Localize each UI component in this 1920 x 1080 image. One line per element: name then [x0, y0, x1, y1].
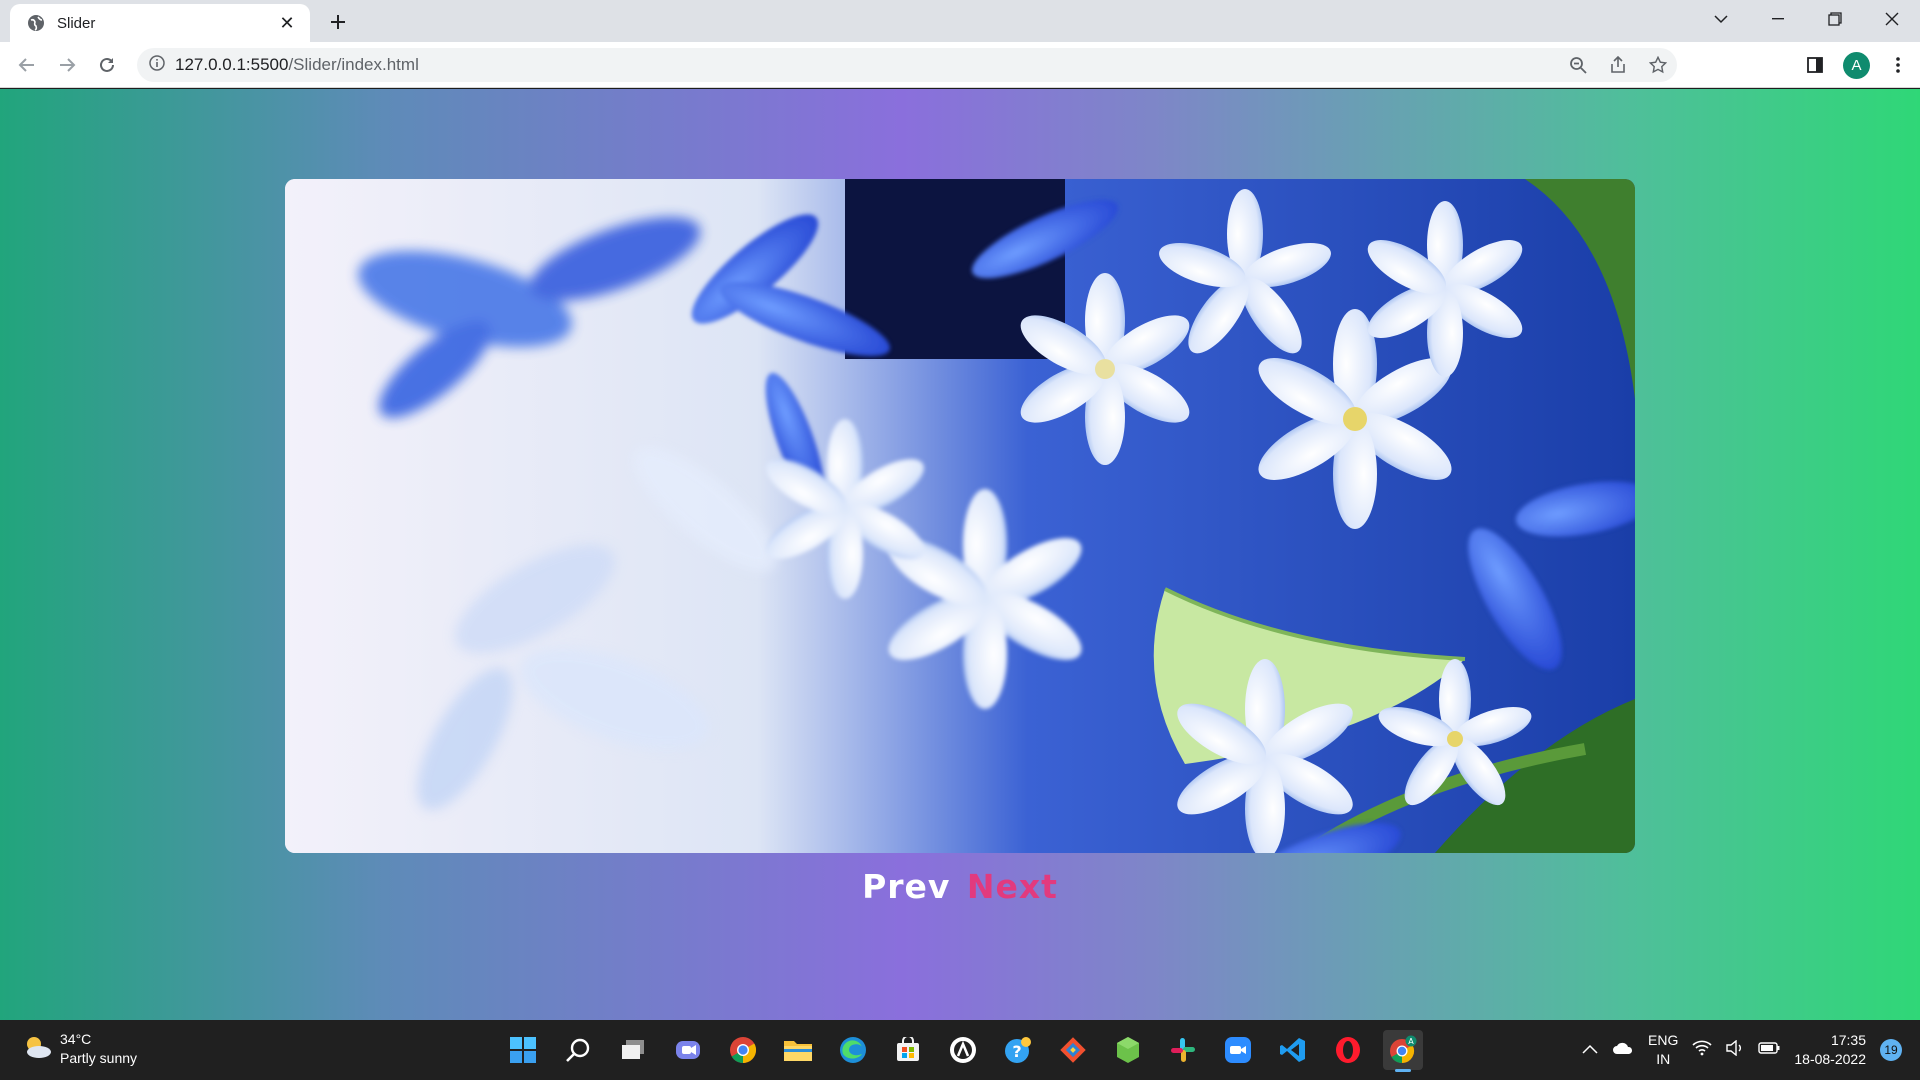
edge-icon[interactable]: [833, 1030, 873, 1070]
clock[interactable]: 17:35 18-08-2022: [1794, 1031, 1866, 1069]
flower-photo-icon: [285, 179, 1635, 853]
taskbar: 34°C Partly sunny ? A ENG IN 17:35 18-08…: [0, 1020, 1920, 1080]
language-indicator[interactable]: ENG IN: [1648, 1031, 1678, 1069]
taskbar-apps: ? A: [503, 1030, 1423, 1072]
page-background: Prev Next: [0, 89, 1920, 1020]
minimize-icon[interactable]: [1749, 0, 1806, 38]
system-tray: ENG IN 17:35 18-08-2022 19: [1582, 1020, 1902, 1080]
side-panel-icon[interactable]: [1801, 51, 1829, 79]
url-path: /Slider/index.html: [288, 55, 419, 74]
url-text: 127.0.0.1:5500/Slider/index.html: [175, 55, 419, 75]
store-icon[interactable]: [888, 1030, 928, 1070]
slider-controls: Prev Next: [0, 867, 1920, 906]
address-bar[interactable]: 127.0.0.1:5500/Slider/index.html: [137, 48, 1677, 82]
battery-icon[interactable]: [1758, 1041, 1780, 1059]
start-icon[interactable]: [503, 1030, 543, 1070]
back-arrow-icon[interactable]: [12, 50, 42, 80]
node-icon[interactable]: [1108, 1030, 1148, 1070]
slack-icon[interactable]: [1163, 1030, 1203, 1070]
file-explorer-icon[interactable]: [778, 1030, 818, 1070]
tab-title: Slider: [57, 14, 96, 32]
menu-kebab-icon[interactable]: [1884, 51, 1912, 79]
vscode-icon[interactable]: [1273, 1030, 1313, 1070]
svg-text:A: A: [1408, 1037, 1414, 1046]
address-bar-actions: [1567, 48, 1669, 82]
forward-arrow-icon[interactable]: [52, 50, 82, 80]
search-icon[interactable]: [558, 1030, 598, 1070]
chrome-profile-icon[interactable]: A: [1383, 1030, 1423, 1072]
clock-time: 17:35: [1830, 1032, 1866, 1048]
browser-toolbar: 127.0.0.1:5500/Slider/index.html A: [0, 42, 1920, 88]
info-icon[interactable]: [149, 54, 165, 76]
window-controls: [1692, 0, 1920, 42]
weather-widget[interactable]: 34°C Partly sunny: [22, 1030, 137, 1068]
browser-tab[interactable]: Slider ✕: [10, 4, 310, 42]
toolbar-right: A: [1801, 50, 1912, 80]
prev-button[interactable]: Prev: [862, 867, 950, 906]
notification-badge[interactable]: 19: [1880, 1039, 1902, 1061]
profile-avatar[interactable]: A: [1843, 51, 1870, 79]
lang-top: ENG: [1648, 1032, 1679, 1048]
slider-image: [285, 179, 1635, 853]
help-icon[interactable]: ?: [998, 1030, 1038, 1070]
globe-icon: [26, 14, 45, 33]
tab-strip: Slider ✕: [0, 0, 1920, 42]
bookmark-star-icon[interactable]: [1647, 54, 1669, 76]
onedrive-cloud-icon[interactable]: [1612, 1041, 1634, 1060]
zoom-icon[interactable]: [1218, 1030, 1258, 1070]
clock-date: 18-08-2022: [1794, 1051, 1866, 1067]
zoom-icon[interactable]: [1567, 54, 1589, 76]
svg-text:?: ?: [1012, 1042, 1021, 1061]
wifi-icon[interactable]: [1692, 1040, 1712, 1061]
url-host: 127.0.0.1:5500: [175, 55, 289, 74]
app-icon[interactable]: [943, 1030, 983, 1070]
restore-icon[interactable]: [1806, 0, 1863, 38]
lang-bottom: IN: [1656, 1051, 1671, 1067]
close-tab-icon[interactable]: ✕: [276, 12, 298, 34]
reload-icon[interactable]: [92, 50, 122, 80]
share-icon[interactable]: [1607, 54, 1629, 76]
git-icon[interactable]: [1053, 1030, 1093, 1070]
chevron-up-icon[interactable]: [1582, 1041, 1598, 1059]
weather-temp: 34°C: [60, 1031, 92, 1047]
close-window-icon[interactable]: [1863, 0, 1920, 38]
chrome-icon[interactable]: [723, 1030, 763, 1070]
tab-search-icon[interactable]: [1692, 0, 1749, 38]
volume-icon[interactable]: [1726, 1039, 1744, 1061]
opera-icon[interactable]: [1328, 1030, 1368, 1070]
weather-desc: Partly sunny: [60, 1050, 138, 1066]
new-tab-icon[interactable]: [324, 8, 352, 36]
teams-icon[interactable]: [668, 1030, 708, 1070]
task-view-icon[interactable]: [613, 1030, 653, 1070]
partly-sunny-icon: [22, 1034, 52, 1065]
next-button[interactable]: Next: [967, 867, 1058, 906]
